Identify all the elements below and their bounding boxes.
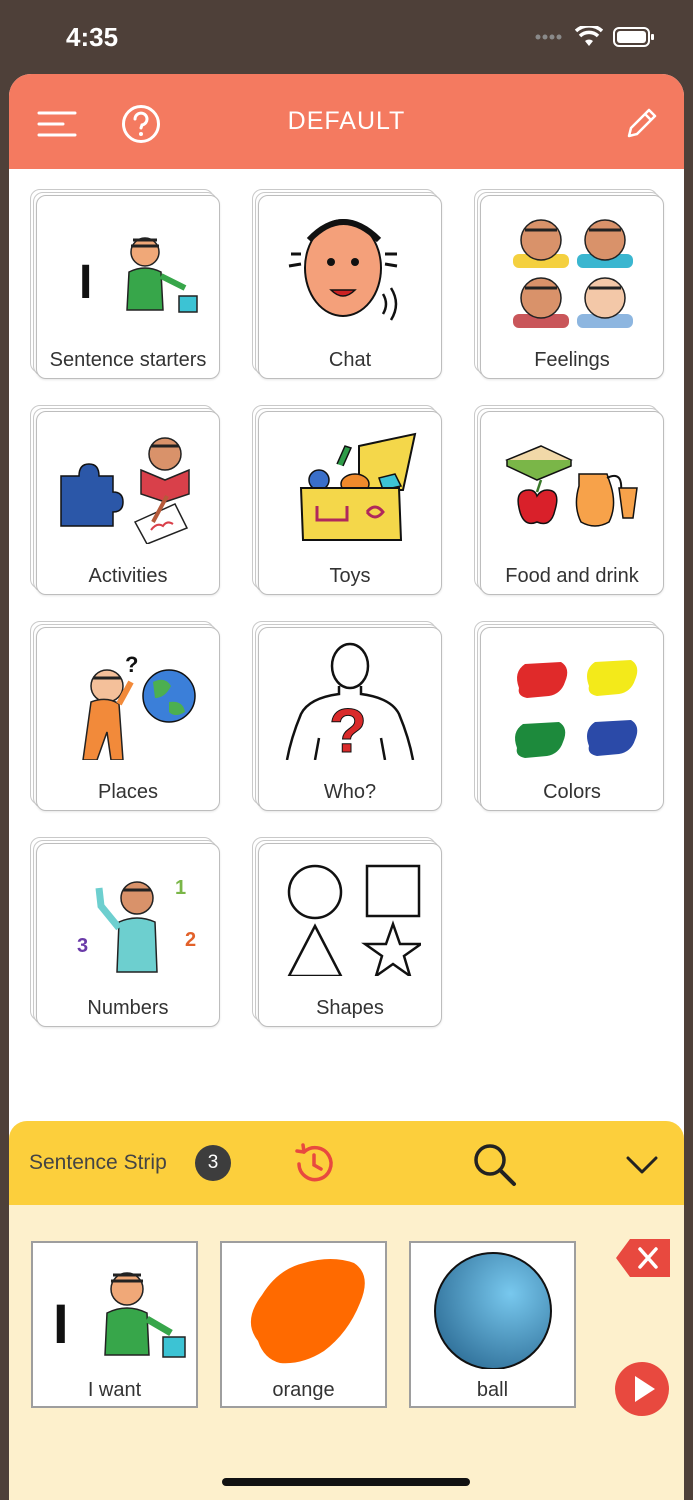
tile-label: Toys — [329, 565, 371, 587]
edit-button[interactable] — [619, 102, 663, 146]
delete-button[interactable] — [614, 1237, 672, 1279]
strip-card-ball[interactable]: ball — [409, 1241, 576, 1408]
wifi-icon — [575, 26, 603, 46]
tile-numbers[interactable]: 1 2 3 Numbers — [30, 837, 220, 1027]
status-icons — [535, 26, 655, 48]
tile-label: Who? — [323, 781, 377, 803]
status-time: 4:35 — [66, 22, 119, 52]
svg-text:2: 2 — [185, 929, 196, 951]
status-bar: 4:35 — [0, 0, 693, 74]
food-and-drink-icon — [505, 445, 638, 527]
sentence-strip-title: Sentence Strip — [29, 1151, 167, 1174]
tile-label: Numbers — [87, 997, 169, 1019]
tile-chat[interactable]: Chat — [252, 189, 442, 379]
chevron-down-icon — [626, 1156, 658, 1174]
tile-feelings[interactable]: Feelings — [474, 189, 664, 379]
toys-icon — [299, 432, 417, 541]
svg-text:I: I — [53, 1292, 69, 1355]
tile-sentence-starters[interactable]: I Sentence starters — [30, 189, 220, 379]
tile-label: Places — [97, 781, 159, 803]
tile-label: Food and drink — [505, 565, 639, 587]
strip-card-label: ball — [476, 1379, 509, 1401]
orange-color-icon — [250, 1259, 365, 1364]
svg-text:I: I — [79, 256, 92, 309]
tile-who[interactable]: ? Who? — [252, 621, 442, 811]
strip-card-orange[interactable]: orange — [220, 1241, 387, 1408]
tile-label: Chat — [328, 349, 372, 371]
places-icon: ? — [82, 652, 196, 760]
tile-label: Activities — [88, 565, 168, 587]
svg-text:3: 3 — [77, 935, 88, 957]
top-bar: DEFAULT — [9, 74, 684, 169]
tile-food-and-drink[interactable]: Food and drink — [474, 405, 664, 595]
tile-label: Sentence starters — [49, 349, 207, 371]
tile-colors[interactable]: Colors — [474, 621, 664, 811]
tile-activities[interactable]: Activities — [30, 405, 220, 595]
sentence-starters-icon: I — [79, 237, 198, 313]
signal-icon — [535, 34, 562, 40]
strip-card-i-want[interactable]: I I want — [31, 1241, 198, 1408]
i-want-icon: I — [53, 1272, 186, 1358]
ball-icon — [434, 1252, 552, 1369]
sentence-strip-header: Sentence Strip 3 — [9, 1121, 684, 1205]
colors-icon — [515, 660, 638, 758]
tile-places[interactable]: ? Places — [30, 621, 220, 811]
app-window: DEFAULT I Sentence starters Chat Feeling… — [9, 74, 684, 1500]
tile-label: Shapes — [316, 997, 384, 1019]
numbers-icon: 1 2 3 — [77, 877, 196, 973]
chat-icon — [288, 219, 398, 321]
home-indicator — [222, 1478, 470, 1486]
tile-label: Colors — [543, 781, 601, 803]
sentence-strip: Sentence Strip 3 I I want orange ball — [9, 1121, 684, 1500]
battery-icon — [613, 27, 654, 47]
play-icon — [615, 1362, 669, 1416]
backspace-icon — [616, 1239, 670, 1277]
tile-shapes[interactable]: Shapes — [252, 837, 442, 1027]
svg-text:?: ? — [329, 697, 367, 760]
svg-text:1: 1 — [175, 877, 186, 899]
search-button[interactable] — [469, 1139, 519, 1189]
strip-card-label: I want — [87, 1379, 142, 1401]
who-icon: ? — [285, 642, 415, 760]
play-button[interactable] — [614, 1361, 670, 1417]
history-icon — [295, 1143, 333, 1182]
strip-card-label: orange — [272, 1379, 335, 1401]
activities-icon — [60, 437, 190, 544]
board-title: DEFAULT — [287, 107, 406, 135]
search-icon — [474, 1144, 516, 1186]
tile-toys[interactable]: Toys — [252, 405, 442, 595]
sentence-count-badge: 3 — [195, 1145, 231, 1181]
collapse-button[interactable] — [617, 1139, 667, 1189]
category-grid: I Sentence starters Chat Feelings Activi… — [9, 169, 684, 1119]
svg-text:?: ? — [125, 652, 138, 677]
shapes-icon — [287, 864, 421, 976]
history-button[interactable] — [289, 1139, 339, 1189]
pencil-icon — [627, 108, 657, 138]
tile-label: Feelings — [534, 349, 610, 371]
feelings-icon — [513, 219, 633, 328]
